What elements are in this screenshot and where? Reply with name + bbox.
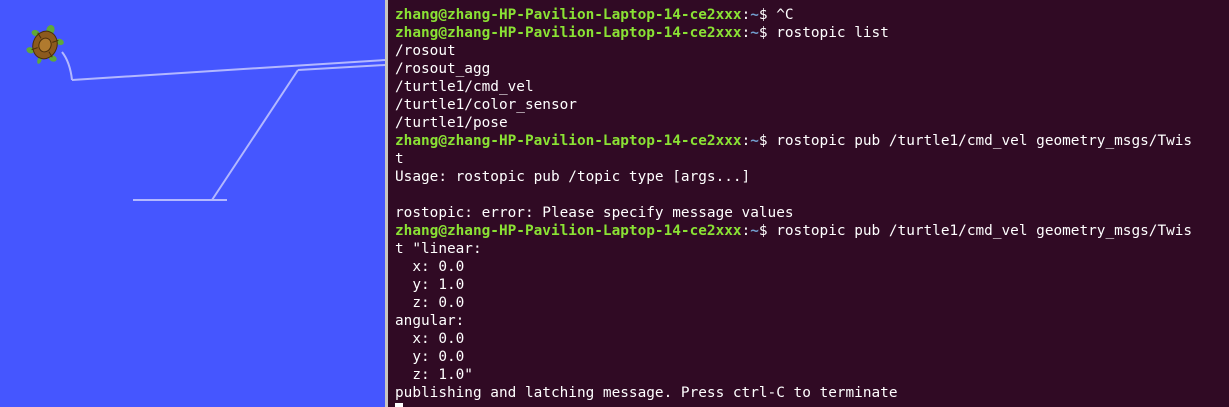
desktop: zhang@zhang-HP-Pavilion-Laptop-14-ce2xxx… (0, 0, 1229, 407)
terminal-output-line: Usage: rostopic pub /topic type [args...… (395, 169, 751, 185)
terminal-cursor-line (395, 402, 1229, 407)
prompt-user-host: zhang@zhang-HP-Pavilion-Laptop-14-ce2xxx (395, 133, 742, 149)
terminal-output-line: angular: (395, 313, 465, 329)
prompt-user-host: zhang@zhang-HP-Pavilion-Laptop-14-ce2xxx (395, 223, 742, 239)
prompt-symbol: $ (758, 223, 777, 239)
prompt-separator: : (741, 133, 751, 149)
terminal-output-line: publishing and latching message. Press c… (395, 385, 898, 401)
terminal-cursor (395, 403, 403, 407)
prompt-separator: : (741, 7, 751, 23)
terminal-output-line: z: 1.0" (395, 367, 473, 383)
pen-trail-upper (297, 64, 385, 71)
turtle-icon[interactable] (22, 19, 68, 69)
prompt-symbol: $ (758, 25, 777, 41)
prompt-separator: : (741, 223, 751, 239)
prompt-command: ^C (776, 7, 794, 23)
terminal-output-line: t "linear: (395, 241, 482, 257)
prompt-symbol: $ (758, 133, 777, 149)
prompt-path: ~ (750, 223, 759, 239)
turtlesim-window (0, 0, 385, 407)
terminal-window[interactable]: zhang@zhang-HP-Pavilion-Laptop-14-ce2xxx… (388, 0, 1229, 407)
prompt-command: rostopic pub /turtle1/cmd_vel geometry_m… (776, 133, 1193, 149)
terminal-output-line: /rosout_agg (395, 61, 491, 77)
terminal-output-line: /turtle1/color_sensor (395, 97, 577, 113)
prompt-command: rostopic pub /turtle1/cmd_vel geometry_m… (776, 223, 1193, 239)
terminal-prompt-line: zhang@zhang-HP-Pavilion-Laptop-14-ce2xxx… (395, 24, 1229, 42)
terminal-output-line: /turtle1/pose (395, 115, 508, 131)
terminal-output-line: y: 1.0 (395, 277, 465, 293)
prompt-command: rostopic list (776, 25, 889, 41)
terminal-output-line: rostopic: error: Please specify message … (395, 205, 794, 221)
terminal-prompt-line: zhang@zhang-HP-Pavilion-Laptop-14-ce2xxx… (395, 132, 1229, 150)
terminal-output-line: x: 0.0 (395, 331, 465, 347)
pen-trail-arc (61, 51, 73, 81)
terminal-output-line: z: 0.0 (395, 295, 465, 311)
prompt-user-host: zhang@zhang-HP-Pavilion-Laptop-14-ce2xxx (395, 25, 742, 41)
terminal-output-line: /rosout (395, 43, 456, 59)
prompt-path: ~ (750, 7, 759, 23)
terminal-output-line: /turtle1/cmd_vel (395, 79, 534, 95)
pen-trail-diagonal (211, 69, 299, 201)
prompt-symbol: $ (758, 7, 777, 23)
terminal-prompt-line: zhang@zhang-HP-Pavilion-Laptop-14-ce2xxx… (395, 6, 1229, 24)
prompt-user-host: zhang@zhang-HP-Pavilion-Laptop-14-ce2xxx (395, 7, 742, 23)
turtle-canvas (22, 19, 385, 201)
terminal-output-line: x: 0.0 (395, 259, 465, 275)
prompt-separator: : (741, 25, 751, 41)
terminal-output-line: t (395, 151, 404, 167)
prompt-path: ~ (750, 25, 759, 41)
pen-trail-top (71, 59, 385, 81)
terminal-prompt-line: zhang@zhang-HP-Pavilion-Laptop-14-ce2xxx… (395, 222, 1229, 240)
terminal-output-line: y: 0.0 (395, 349, 465, 365)
prompt-path: ~ (750, 133, 759, 149)
